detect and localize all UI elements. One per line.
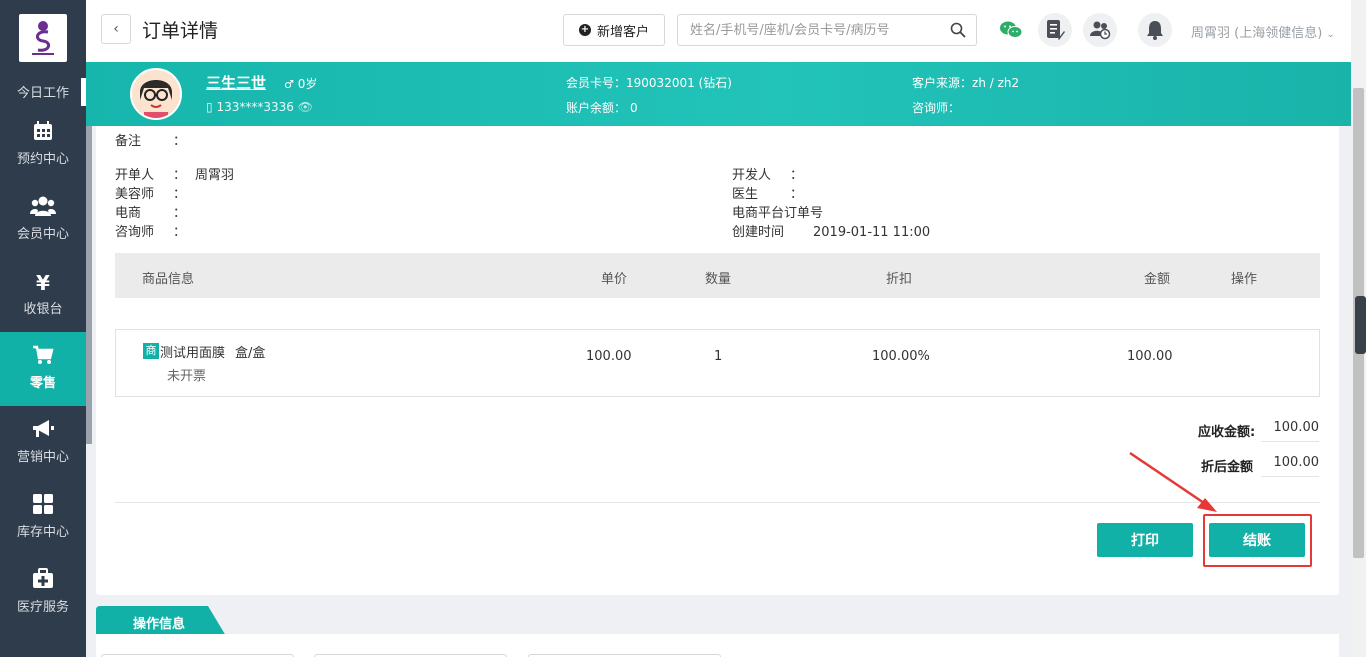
customer-phone: ▯ 133****3336 👁	[206, 100, 313, 114]
product-type-badge: 商	[143, 343, 159, 359]
brand-logo[interactable]	[19, 14, 67, 62]
bell-icon[interactable]	[1138, 13, 1172, 47]
page-title: 订单详情	[142, 20, 219, 42]
after-discount-value: 100.00	[1261, 449, 1319, 477]
customer-age: ♂ 0岁	[284, 77, 318, 91]
account-balance: 账户余额： 0	[566, 101, 638, 115]
column-header: 操作	[1231, 272, 1258, 287]
customer-banner: 三生三世 ♂ 0岁 ▯ 133****3336 👁 会员卡号：190032001…	[86, 62, 1351, 126]
developer-field: 开发人：	[732, 168, 804, 183]
calendar-icon	[0, 120, 86, 146]
ecommerce-field: 电商：	[115, 206, 187, 221]
sidebar-item-inventory[interactable]: 库存中心	[0, 493, 86, 567]
consultant-field: 咨询师：	[115, 225, 187, 240]
chevron-down-icon: ⌄	[1326, 29, 1335, 40]
cart-icon	[0, 344, 86, 370]
sidebar-item-label: 营销中心	[16, 450, 69, 465]
column-header: 数量	[705, 272, 732, 287]
sidebar-item-label: 医疗服务	[16, 600, 69, 615]
avatar[interactable]	[130, 68, 182, 120]
highlight-box	[1203, 514, 1312, 567]
beautician-field: 美容师：	[115, 187, 187, 202]
logo-icon	[32, 21, 54, 55]
customer-consultant: 咨询师：	[912, 101, 961, 115]
amount: 100.00	[1127, 349, 1173, 364]
table-row: 商 测试用面膜 盒/盒 未开票 100.00 1 100.00% 100.00	[115, 329, 1320, 397]
platform-order-field: 电商平台订单号	[732, 206, 824, 221]
member-card: 会员卡号：190032001 (钻石)	[566, 76, 732, 90]
column-header: 单价	[601, 272, 628, 287]
column-header: 金额	[1144, 272, 1171, 287]
gender-icon: ♂	[284, 78, 294, 91]
doctor-field: 医生：	[732, 187, 804, 202]
new-customer-label: 新增客户	[596, 24, 649, 40]
invoice-status: 未开票	[167, 369, 207, 384]
table-header: 商品信息 单价 数量 折扣 金额 操作	[115, 253, 1320, 298]
user-name: 周霄羽 (上海领健信息)	[1191, 26, 1323, 41]
search-input[interactable]	[678, 15, 938, 45]
grid-icon	[0, 493, 86, 519]
user-menu[interactable]: 周霄羽 (上海领健信息) ⌄	[1191, 22, 1335, 41]
creator-field: 开单人：周霄羽	[115, 168, 235, 183]
customer-name-link[interactable]: 三生三世	[206, 72, 266, 93]
side-grip-handle[interactable]	[1355, 296, 1366, 354]
sidebar-item-members[interactable]: 会员中心	[0, 195, 86, 269]
sidebar-item-label: 会员中心	[16, 227, 69, 242]
column-header: 商品信息	[142, 272, 195, 287]
sidebar-item-marketing[interactable]: 营销中心	[0, 418, 86, 492]
sidebar-item-today[interactable]: 今日工作	[0, 74, 86, 108]
wechat-icon[interactable]	[994, 13, 1028, 47]
column-header: 折扣	[886, 272, 913, 287]
megaphone-icon	[0, 418, 86, 444]
receivable-value: 100.00	[1261, 414, 1319, 442]
yen-icon: ¥	[36, 271, 50, 295]
plus-circle-icon: +	[578, 24, 591, 36]
top-header: ‹ 订单详情 + 新增客户 周霄羽 (上海领健信息) ⌄	[86, 0, 1351, 62]
medkit-icon	[0, 568, 86, 594]
sidebar-scrollbar[interactable]	[86, 108, 92, 444]
quantity: 1	[714, 349, 723, 364]
sidebar: 今日工作 预约中心 会员中心 ¥ 收银台 零售 营销中心 库存中心 医疗服务	[0, 0, 86, 657]
sidebar-item-label: 预约中心	[16, 152, 69, 167]
back-button[interactable]: ‹	[101, 14, 131, 44]
group-clock-icon[interactable]	[1083, 13, 1117, 47]
eye-icon[interactable]: 👁	[298, 100, 313, 114]
sidebar-item-label: 今日工作	[16, 85, 69, 101]
unit-price: 100.00	[586, 349, 632, 364]
customer-search	[677, 14, 977, 46]
print-button[interactable]: 打印	[1097, 523, 1193, 557]
new-customer-button[interactable]: + 新增客户	[563, 14, 665, 46]
sidebar-item-label: 收银台	[23, 302, 63, 317]
product-name: 测试用面膜 盒/盒	[160, 346, 266, 361]
customer-source: 客户来源：zh / zh2	[912, 76, 1020, 90]
tab-operation-info[interactable]: 操作信息	[133, 613, 185, 632]
receivable-label: 应收金额:	[1198, 425, 1256, 440]
sidebar-item-label: 零售	[29, 376, 56, 391]
sidebar-item-appointments[interactable]: 预约中心	[0, 120, 86, 194]
sidebar-item-medical[interactable]: 医疗服务	[0, 568, 86, 642]
remark-field: 备注：	[115, 134, 187, 149]
created-time-field: 创建时间 2019-01-11 11:00	[732, 225, 931, 240]
chevron-left-icon: ‹	[113, 21, 119, 37]
annotation-arrow-icon	[1129, 451, 1217, 512]
discount: 100.00%	[872, 349, 930, 364]
members-icon	[0, 195, 86, 221]
search-icon[interactable]	[950, 22, 966, 38]
document-edit-icon[interactable]	[1038, 13, 1072, 47]
sidebar-item-retail[interactable]: 零售	[0, 332, 86, 406]
sidebar-item-label: 库存中心	[16, 525, 69, 540]
phone-icon: ▯	[206, 100, 213, 114]
